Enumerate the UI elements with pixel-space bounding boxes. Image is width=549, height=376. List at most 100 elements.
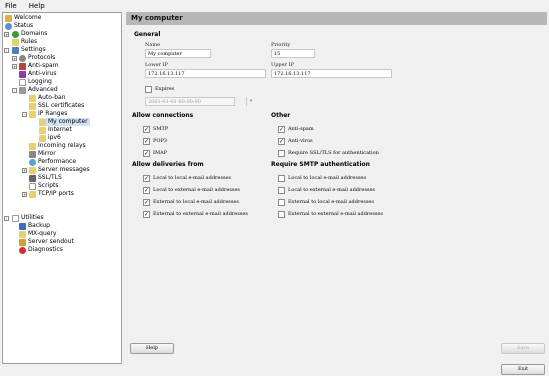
delivery-local-external-checkbox[interactable]: ✓ Local to external e-mail addresses xyxy=(143,186,240,194)
delivery-external-local-checkbox[interactable]: ✓ External to local e-mail addresses xyxy=(143,198,239,206)
section-require-smtp-auth: Require SMTP authentication xyxy=(271,161,370,168)
exit-button[interactable]: Exit xyxy=(501,364,545,375)
tree-item-welcome[interactable]: Welcome xyxy=(5,14,41,22)
imap-checkbox[interactable]: ✓ IMAP xyxy=(143,149,167,157)
tree-item-my-computer[interactable]: My computer xyxy=(39,118,90,126)
welcome-icon xyxy=(5,14,12,22)
smtp-checkbox[interactable]: ✓ SMTP xyxy=(143,125,168,133)
section-allow-deliveries: Allow deliveries from xyxy=(132,161,204,168)
advanced-icon xyxy=(19,86,26,94)
tree-item-utilities[interactable]: Utilities xyxy=(12,214,44,222)
performance-icon xyxy=(29,158,36,166)
expand-domains-icon[interactable]: + xyxy=(4,32,9,37)
globe-icon xyxy=(12,30,19,38)
tree-item-incoming-relays[interactable]: Incoming relays xyxy=(29,142,86,150)
tree-item-status[interactable]: Status xyxy=(5,22,33,30)
navigation-tree[interactable]: Welcome Status + Domains Rules - Setting… xyxy=(2,12,122,364)
tree-item-ssl-tls[interactable]: SSL/TLS xyxy=(29,174,62,182)
tree-item-internet[interactable]: Internet xyxy=(39,126,72,134)
require-ssl-checkbox[interactable]: Require SSL/TLS for authentication xyxy=(278,149,379,157)
collapse-ip-ranges-icon[interactable]: - xyxy=(22,112,27,117)
anti-virus-checkbox[interactable]: ✓ Anti-virus xyxy=(278,137,313,145)
tree-item-mirror[interactable]: Mirror xyxy=(29,150,56,158)
folder-icon xyxy=(39,134,46,142)
chevron-down-icon[interactable]: ▾ xyxy=(246,97,255,106)
main-panel: My computer General Name My computer Pri… xyxy=(126,12,547,364)
tree-item-mx-query[interactable]: MX-query xyxy=(19,230,56,238)
log-icon xyxy=(19,78,26,86)
tree-item-scripts[interactable]: Scripts xyxy=(29,182,59,190)
tree-item-antivirus[interactable]: Anti-virus xyxy=(19,70,57,78)
tree-item-backup[interactable]: Backup xyxy=(19,222,50,230)
expires-date-picker[interactable]: 2001-01-01 00:00:00 ▾ xyxy=(145,97,252,106)
auth-local-external-checkbox[interactable]: Local to external e-mail addresses xyxy=(278,186,375,194)
tree-item-tcpip-ports[interactable]: TCP/IP ports xyxy=(29,190,74,198)
tree-item-performance[interactable]: Performance xyxy=(29,158,76,166)
tree-item-advanced[interactable]: Advanced xyxy=(19,86,58,94)
antivirus-icon xyxy=(19,70,26,78)
folder-icon xyxy=(29,142,36,150)
settings-icon xyxy=(12,46,19,54)
antispam-icon xyxy=(19,62,26,70)
tree-item-autoban[interactable]: Auto-ban xyxy=(29,94,66,102)
page-title: My computer xyxy=(126,12,547,25)
tree-item-settings[interactable]: Settings xyxy=(12,46,46,54)
expand-tcpip-ports-icon[interactable]: + xyxy=(22,192,27,197)
expand-antispam-icon[interactable]: + xyxy=(12,64,17,69)
expand-server-messages-icon[interactable]: + xyxy=(22,168,27,173)
status-icon xyxy=(5,22,12,30)
collapse-advanced-icon[interactable]: - xyxy=(12,88,17,93)
folder-icon xyxy=(29,166,36,174)
priority-label: Priority xyxy=(271,42,291,48)
lock-icon xyxy=(29,174,36,182)
tree-item-rules[interactable]: Rules xyxy=(12,38,37,46)
tree-item-ip-ranges[interactable]: IP Ranges xyxy=(29,110,67,118)
tree-item-server-sendout[interactable]: Server sendout xyxy=(19,238,74,246)
priority-field[interactable]: 15 xyxy=(271,49,315,58)
pop3-checkbox[interactable]: ✓ POP3 xyxy=(143,137,167,145)
folder-icon xyxy=(19,230,26,238)
tree-item-domains[interactable]: Domains xyxy=(12,30,47,38)
folder-icon xyxy=(29,190,36,198)
collapse-utilities-icon[interactable]: - xyxy=(4,216,9,221)
tree-item-ssl-certificates[interactable]: SSL certificates xyxy=(29,102,84,110)
auth-external-local-checkbox[interactable]: External to local e-mail addresses xyxy=(278,198,374,206)
anti-spam-checkbox[interactable]: ✓ Anti-spam xyxy=(278,125,314,133)
tree-item-server-messages[interactable]: Server messages xyxy=(29,166,90,174)
upper-ip-label: Upper IP xyxy=(271,62,294,68)
menu-bar: File Help xyxy=(0,0,549,12)
folder-icon xyxy=(29,102,36,110)
name-field[interactable]: My computer xyxy=(145,49,211,58)
menu-help[interactable]: Help xyxy=(29,2,45,10)
tree-item-antispam[interactable]: Anti-spam xyxy=(19,62,59,70)
menu-file[interactable]: File xyxy=(5,2,17,10)
section-allow-connections: Allow connections xyxy=(132,112,194,119)
folder-icon xyxy=(29,94,36,102)
auth-external-external-checkbox[interactable]: External to external e-mail addresses xyxy=(278,210,383,218)
lower-ip-field[interactable]: 172.16.13.117 xyxy=(145,69,266,78)
delivery-external-external-checkbox[interactable]: ✓ External to external e-mail addresses xyxy=(143,210,248,218)
folder-icon xyxy=(12,38,19,46)
delivery-local-local-checkbox[interactable]: ✓ Local to local e-mail addresses xyxy=(143,174,231,182)
collapse-settings-icon[interactable]: - xyxy=(4,48,9,53)
folder-icon xyxy=(29,110,36,118)
save-button[interactable]: Save xyxy=(501,343,545,354)
folder-icon xyxy=(39,126,46,134)
lower-ip-label: Lower IP xyxy=(145,62,168,68)
script-icon xyxy=(29,182,36,190)
expand-protocols-icon[interactable]: + xyxy=(12,56,17,61)
folder-icon xyxy=(39,118,46,126)
heart-icon xyxy=(19,246,26,254)
help-button[interactable]: Help xyxy=(130,343,174,354)
tree-item-diagnostics[interactable]: Diagnostics xyxy=(19,246,63,254)
name-label: Name xyxy=(145,42,161,48)
mirror-icon xyxy=(29,150,36,158)
upper-ip-field[interactable]: 172.16.13.117 xyxy=(271,69,392,78)
utilities-icon xyxy=(12,214,19,222)
tree-item-protocols[interactable]: Protocols xyxy=(19,54,55,62)
expires-checkbox[interactable]: Expires xyxy=(145,85,174,93)
auth-local-local-checkbox[interactable]: Local to local e-mail addresses xyxy=(278,174,366,182)
protocols-icon xyxy=(19,54,26,62)
tree-item-ipv6[interactable]: ipv6 xyxy=(39,134,61,142)
tree-item-logging[interactable]: Logging xyxy=(19,78,52,86)
